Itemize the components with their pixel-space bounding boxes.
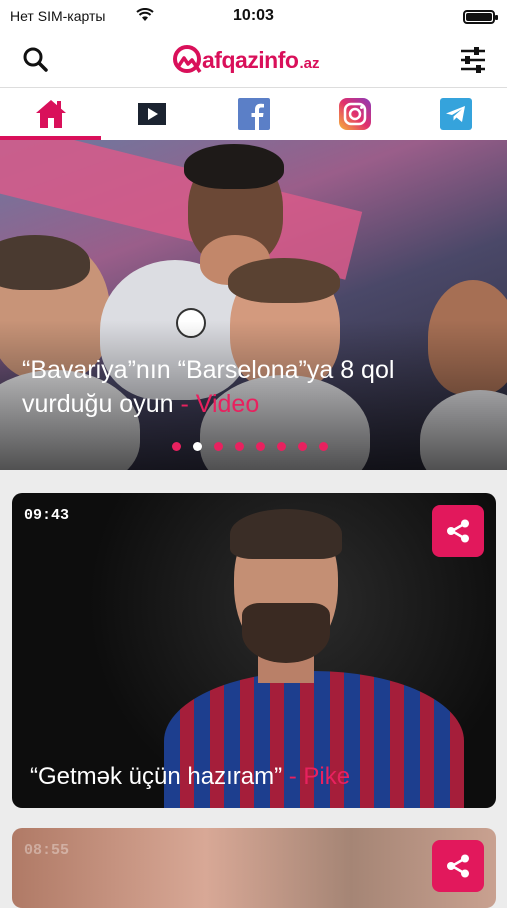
card-time: 08:55 xyxy=(24,842,70,859)
status-bar: Нет SIM-карты 10:03 xyxy=(0,0,507,34)
slider-dot[interactable] xyxy=(298,442,307,451)
logo-word: afqazinfo xyxy=(202,46,299,73)
slider-dots xyxy=(172,442,328,451)
play-icon xyxy=(138,103,167,125)
facebook-icon xyxy=(237,98,270,130)
tab-telegram[interactable] xyxy=(406,88,507,140)
app-header: afqazinfo .az xyxy=(0,34,507,88)
battery-icon xyxy=(463,10,498,24)
share-icon xyxy=(447,519,469,543)
tab-video[interactable] xyxy=(101,88,202,140)
slider-dot[interactable] xyxy=(235,442,244,451)
news-card[interactable]: 09:43 “Getmək üçün hazıram” - Pike xyxy=(12,493,496,808)
telegram-icon xyxy=(440,98,473,130)
sliders-icon[interactable] xyxy=(455,42,491,78)
clock: 10:03 xyxy=(233,7,274,24)
app-logo[interactable]: afqazinfo .az xyxy=(170,40,319,80)
slider-dot[interactable] xyxy=(277,442,286,451)
news-card[interactable]: 08:55 xyxy=(12,828,496,908)
share-button[interactable] xyxy=(432,840,484,892)
share-icon xyxy=(447,854,469,878)
logo-tld: .az xyxy=(299,54,320,72)
hero-slider[interactable]: “Bavariya”nın “Barselona”ya 8 qol vurduğ… xyxy=(0,140,507,470)
share-button[interactable] xyxy=(432,505,484,557)
slider-dot[interactable] xyxy=(172,442,181,451)
hero-tag: - Video xyxy=(180,390,260,418)
card-tag: - Pike xyxy=(288,763,351,790)
slider-dot[interactable] xyxy=(214,442,223,451)
hero-caption[interactable]: “Bavariya”nın “Barselona”ya 8 qol vurduğ… xyxy=(22,353,482,421)
home-icon xyxy=(35,100,66,128)
slider-dot[interactable] xyxy=(319,442,328,451)
card-title: “Getmək üçün hazıram” xyxy=(30,763,283,790)
slider-dot[interactable] xyxy=(256,442,265,451)
logo-q-icon xyxy=(173,45,202,73)
tab-instagram[interactable] xyxy=(304,88,405,140)
category-tabs xyxy=(0,88,507,140)
instagram-icon xyxy=(338,98,371,130)
slider-dot[interactable] xyxy=(193,442,202,451)
tab-home[interactable] xyxy=(0,88,102,140)
search-icon[interactable] xyxy=(18,42,54,78)
tab-facebook[interactable] xyxy=(203,88,304,140)
card-time: 09:43 xyxy=(24,507,70,524)
card-caption[interactable]: “Getmək üçün hazıram” - Pike xyxy=(30,763,350,791)
